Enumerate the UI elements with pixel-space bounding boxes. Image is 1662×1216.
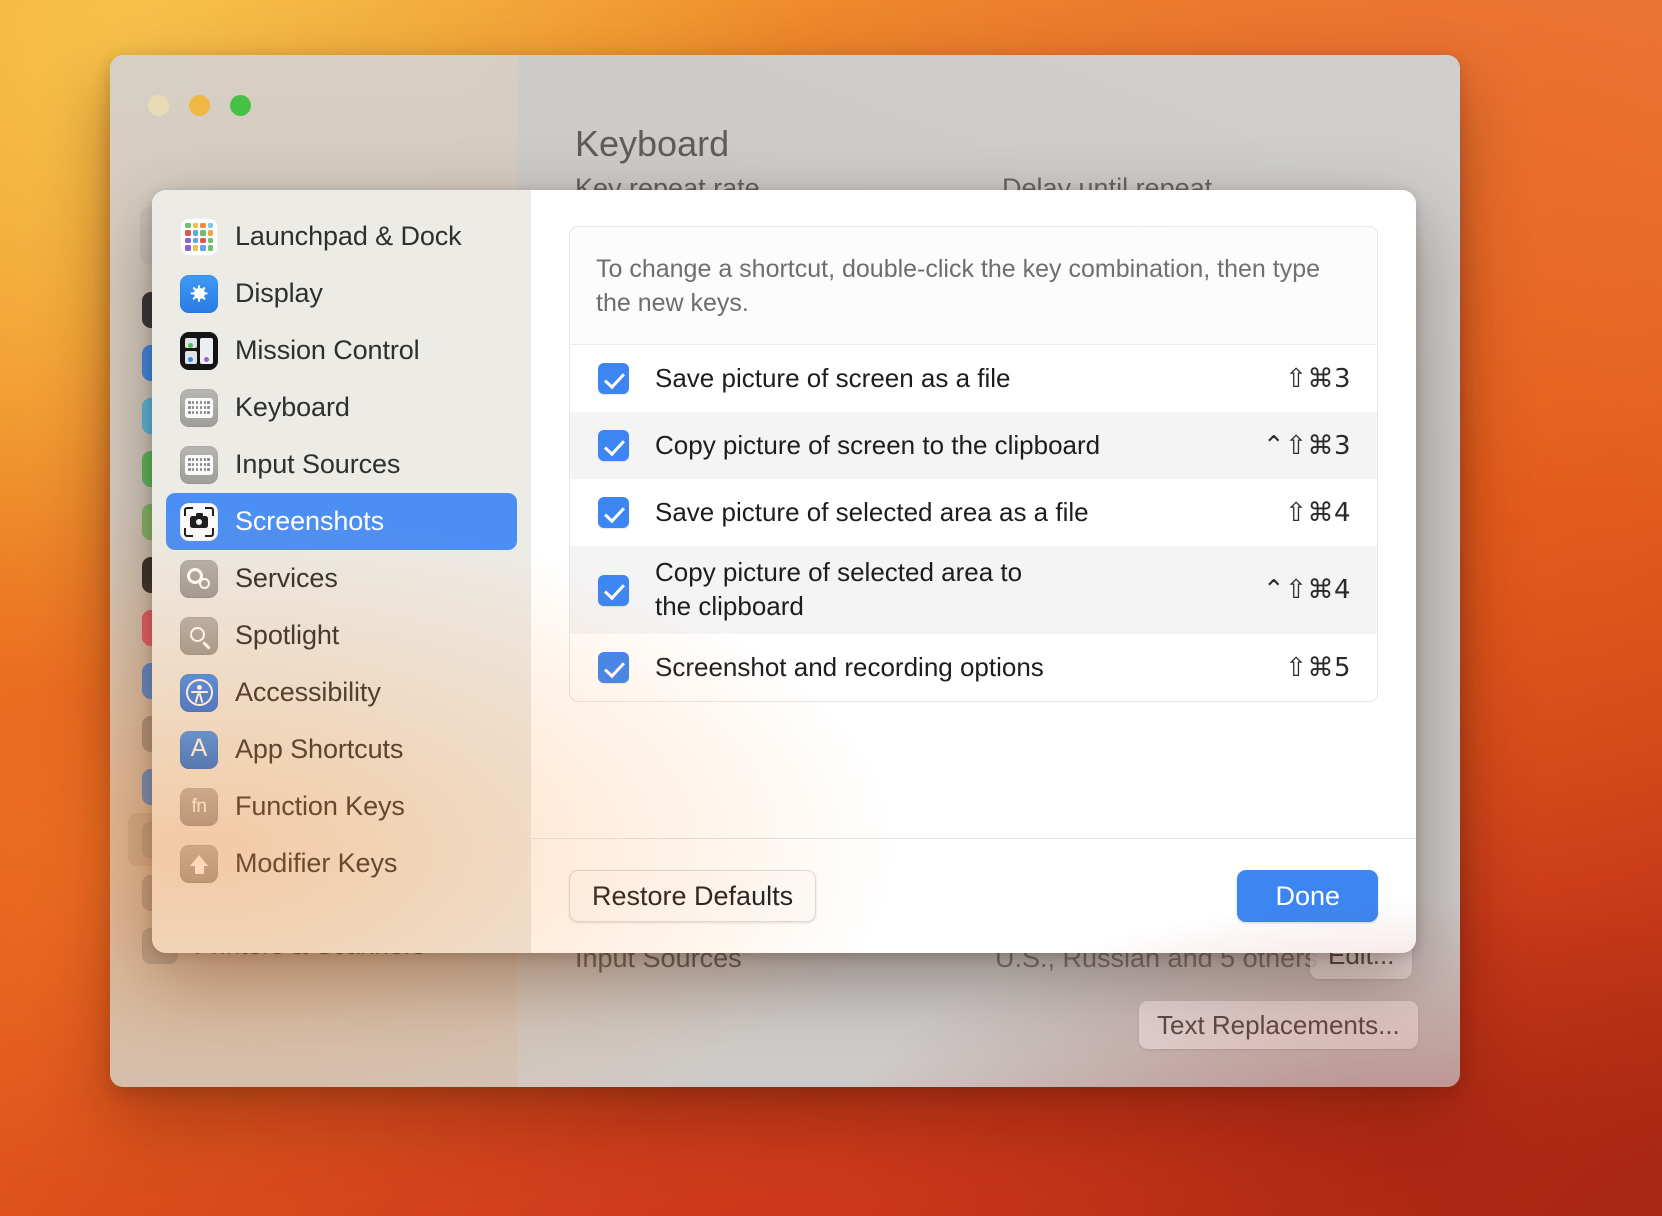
shortcut-name: Copy picture of screen to the clipboard [655, 429, 1101, 460]
shortcut-name: Save picture of selected area as a file [655, 496, 1089, 527]
mission-control-icon [180, 331, 218, 370]
category-spotlight[interactable]: Spotlight [166, 607, 517, 664]
spotlight-icon [180, 616, 218, 655]
shortcut-checkbox[interactable] [598, 652, 629, 683]
done-button[interactable]: Done [1237, 870, 1378, 922]
category-label: Keyboard [235, 392, 350, 422]
table-row[interactable]: Screenshot and recording options ⇧⌘5 [570, 634, 1377, 701]
category-label: Mission Control [235, 335, 420, 365]
launchpad-icon [180, 217, 218, 256]
category-launchpad-and-dock[interactable]: Launchpad & Dock [166, 208, 517, 265]
category-input-sources[interactable]: Input Sources [166, 436, 517, 493]
shortcut-checkbox[interactable] [598, 497, 629, 528]
keyboard-shortcuts-sheet: Launchpad & Dock Display Mission Control [152, 190, 1416, 953]
table-row[interactable]: Save picture of selected area as a file … [570, 479, 1377, 546]
category-label: Services [235, 563, 338, 593]
shortcut-keys[interactable]: ⌃⇧⌘4 [1245, 575, 1351, 605]
function-keys-icon: fn [180, 787, 218, 826]
category-display[interactable]: Display [166, 265, 517, 322]
shortcut-name: Save picture of screen as a file [655, 362, 1011, 393]
category-app-shortcuts[interactable]: A App Shortcuts [166, 721, 517, 778]
minimize-button[interactable] [189, 95, 210, 116]
shortcuts-detail-pane: To change a shortcut, double-click the k… [531, 190, 1416, 953]
category-label: Function Keys [235, 791, 405, 821]
text-replacements-button[interactable]: Text Replacements... [1139, 1001, 1418, 1049]
shortcut-name: Copy picture of selected area to the cli… [655, 557, 1023, 621]
page-title: Keyboard [575, 123, 730, 164]
category-screenshots[interactable]: Screenshots [166, 493, 517, 550]
category-mission-control[interactable]: Mission Control [166, 322, 517, 379]
zoom-button[interactable] [230, 95, 251, 116]
category-accessibility[interactable]: Accessibility [166, 664, 517, 721]
shortcuts-hint-text: To change a shortcut, double-click the k… [569, 226, 1378, 344]
category-label: Display [235, 278, 323, 308]
shortcut-name: Screenshot and recording options [655, 651, 1044, 682]
category-label: Launchpad & Dock [235, 221, 462, 251]
app-shortcuts-icon: A [180, 730, 218, 769]
table-row[interactable]: Copy picture of selected area to the cli… [570, 546, 1377, 634]
restore-defaults-button[interactable]: Restore Defaults [569, 870, 817, 922]
category-label: Modifier Keys [235, 848, 398, 878]
window-traffic-lights [148, 95, 251, 116]
modifier-keys-icon [180, 844, 218, 883]
category-function-keys[interactable]: fn Function Keys [166, 778, 517, 835]
category-label: Input Sources [235, 449, 401, 479]
shortcut-keys[interactable]: ⇧⌘4 [1267, 498, 1351, 528]
shortcut-keys[interactable]: ⌃⇧⌘3 [1245, 431, 1351, 461]
category-label: Screenshots [235, 506, 384, 536]
display-icon [180, 274, 218, 313]
category-label: Accessibility [235, 677, 381, 707]
category-label: Spotlight [235, 620, 340, 650]
services-icon [180, 559, 218, 598]
category-keyboard[interactable]: Keyboard [166, 379, 517, 436]
shortcut-checkbox[interactable] [598, 363, 629, 394]
shortcuts-table: Save picture of screen as a file ⇧⌘3 Cop… [569, 344, 1378, 702]
shortcut-checkbox[interactable] [598, 574, 629, 606]
accessibility-icon [180, 673, 218, 712]
close-button[interactable] [148, 95, 169, 116]
category-label: App Shortcuts [235, 734, 404, 764]
sheet-footer: Restore Defaults Done [531, 838, 1416, 953]
input-sources-icon [180, 445, 218, 484]
category-modifier-keys[interactable]: Modifier Keys [166, 835, 517, 892]
table-row[interactable]: Copy picture of screen to the clipboard … [570, 412, 1377, 479]
category-services[interactable]: Services [166, 550, 517, 607]
keyboard-icon [180, 388, 218, 427]
table-row[interactable]: Save picture of screen as a file ⇧⌘3 [570, 345, 1377, 412]
shortcut-keys[interactable]: ⇧⌘3 [1267, 364, 1351, 394]
desktop-wallpaper: Search Keyboard Trackpad Printers & Scan… [0, 0, 1662, 1216]
screenshots-icon [180, 502, 218, 541]
shortcut-keys[interactable]: ⇧⌘5 [1267, 653, 1351, 683]
shortcut-categories-list: Launchpad & Dock Display Mission Control [152, 190, 531, 953]
shortcut-checkbox[interactable] [598, 430, 629, 461]
